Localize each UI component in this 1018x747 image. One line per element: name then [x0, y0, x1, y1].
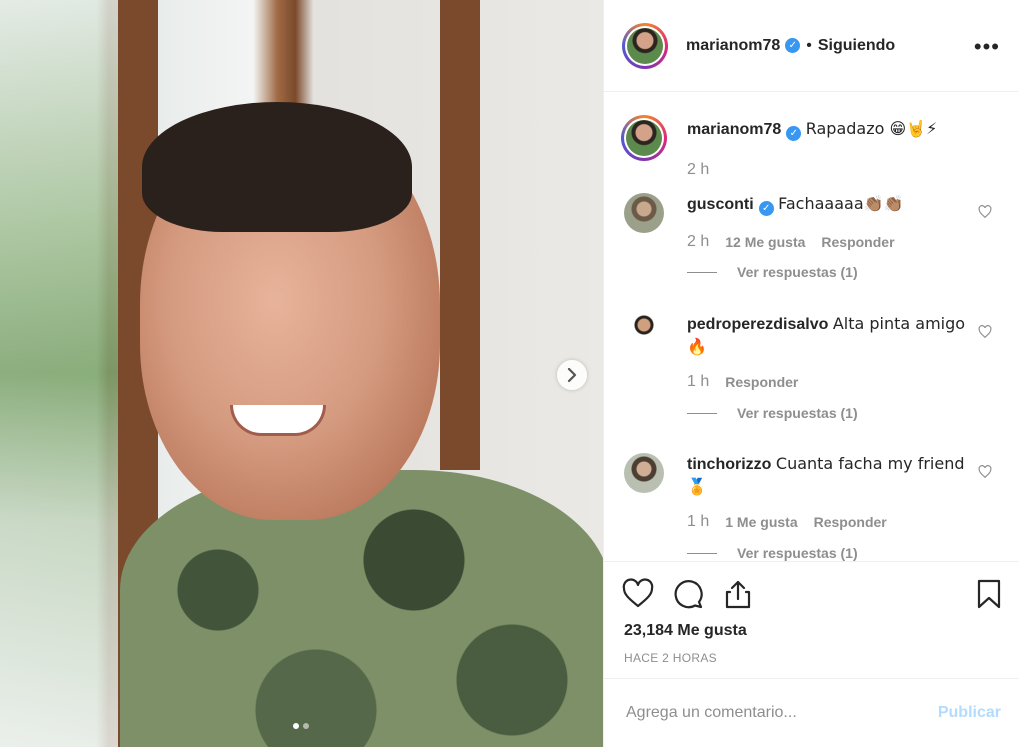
comment-time: 1 h: [687, 373, 710, 390]
author-username[interactable]: marianom78: [686, 37, 780, 55]
caption-time: 2 h: [687, 161, 710, 178]
commenter-avatar[interactable]: [624, 453, 664, 493]
view-replies-label: Ver respuestas (1): [737, 264, 858, 280]
comment-text: pedroperezdisalvo Alta pinta amigo 🔥: [687, 313, 972, 359]
replies-divider: [687, 552, 717, 554]
view-replies-button[interactable]: Ver respuestas (1): [687, 264, 858, 280]
like-comment-heart-icon[interactable]: [978, 325, 992, 339]
post-photo[interactable]: [0, 0, 603, 747]
following-button[interactable]: Siguiendo: [818, 37, 895, 55]
comment-likes-link[interactable]: 1 Me gusta: [725, 514, 797, 530]
post-actions: 23,184 Me gusta HACE 2 HORAS: [604, 561, 1018, 678]
photo-hair: [142, 102, 412, 232]
action-icons: [622, 578, 754, 610]
comment-icon[interactable]: [672, 578, 704, 610]
bookmark-icon: [977, 579, 1001, 609]
replies-divider: [687, 271, 717, 273]
share-icon[interactable]: [722, 578, 754, 610]
photo-shirt: [120, 470, 603, 747]
verified-badge-icon: ✓: [758, 201, 774, 216]
reply-button[interactable]: Responder: [821, 234, 894, 250]
like-comment-heart-icon[interactable]: [978, 205, 992, 219]
comment-likes-link[interactable]: 12 Me gusta: [725, 234, 805, 250]
caption-avatar[interactable]: [621, 115, 667, 161]
view-replies-label: Ver respuestas (1): [737, 405, 858, 421]
caption-username[interactable]: marianom78: [687, 121, 781, 138]
comment-username[interactable]: tinchorizzo: [687, 456, 771, 473]
publish-button[interactable]: Publicar: [938, 704, 1001, 722]
reply-button[interactable]: Responder: [814, 514, 887, 530]
caption-content: Rapadazo 😁🤘⚡: [805, 119, 938, 138]
more-options-icon[interactable]: •••: [974, 34, 1000, 60]
view-replies-button[interactable]: Ver respuestas (1): [687, 545, 858, 561]
post-sidebar: marianom78 ✓ • Siguiendo ••• marianom78 ✓…: [603, 0, 1018, 747]
carousel-dots: [293, 723, 309, 729]
next-slide-button[interactable]: [557, 360, 587, 390]
verified-badge-icon: ✓: [785, 38, 801, 53]
comment-item: pedroperezdisalvo Alta pinta amigo 🔥 1 h…: [624, 313, 1004, 433]
post-header: marianom78 ✓ • Siguiendo •••: [604, 0, 1018, 92]
caption-meta: 2 h: [687, 161, 709, 179]
comment-content: Fachaaaaa👏🏽👏🏽: [778, 194, 904, 213]
comment-time: 2 h: [687, 233, 710, 250]
view-replies-button[interactable]: Ver respuestas (1): [687, 405, 858, 421]
caption-text: marianom78 ✓ Rapadazo 😁🤘⚡: [687, 118, 972, 141]
likes-count[interactable]: 23,184 Me gusta: [624, 622, 747, 640]
header-separator: •: [806, 36, 812, 54]
save-button[interactable]: [973, 578, 1005, 615]
comment-time: 1 h: [687, 513, 710, 530]
photo-window-frame-right: [440, 0, 480, 470]
comment-input[interactable]: [624, 703, 938, 723]
post-modal: marianom78 ✓ • Siguiendo ••• marianom78 ✓…: [0, 0, 1018, 747]
carousel-dot-active: [293, 723, 299, 729]
comment-item: tinchorizzo Cuanta facha my friend 🏅 1 h…: [624, 453, 1004, 561]
comment-item: gusconti ✓ Fachaaaaa👏🏽👏🏽 2 h 12 Me gusta …: [624, 193, 1004, 288]
comment-meta: 1 h 1 Me gusta Responder: [687, 513, 887, 531]
view-replies-label: Ver respuestas (1): [737, 545, 858, 561]
commenter-avatar[interactable]: [624, 193, 664, 233]
comment-meta: 2 h 12 Me gusta Responder: [687, 233, 895, 251]
caption: marianom78 ✓ Rapadazo 😁🤘⚡ 2 h: [621, 115, 1004, 188]
like-comment-heart-icon[interactable]: [978, 465, 992, 479]
chevron-right-icon: [567, 368, 577, 382]
comment-text: gusconti ✓ Fachaaaaa👏🏽👏🏽: [687, 193, 972, 216]
photo-window-left: [0, 0, 120, 747]
comment-meta: 1 h Responder: [687, 373, 798, 391]
replies-divider: [687, 412, 717, 414]
commenter-avatar[interactable]: [624, 313, 664, 353]
heart-icon[interactable]: [622, 578, 654, 610]
reply-button[interactable]: Responder: [725, 374, 798, 390]
verified-badge-icon: ✓: [786, 126, 802, 141]
comment-username[interactable]: pedroperezdisalvo: [687, 316, 828, 333]
comments-list[interactable]: marianom78 ✓ Rapadazo 😁🤘⚡ 2 h gusconti ✓ F…: [604, 93, 1018, 561]
carousel-dot: [303, 723, 309, 729]
comment-composer: Publicar: [604, 678, 1018, 747]
comment-username[interactable]: gusconti: [687, 196, 754, 213]
posted-time: HACE 2 HORAS: [624, 651, 717, 665]
comment-text: tinchorizzo Cuanta facha my friend 🏅: [687, 453, 972, 499]
author-avatar[interactable]: [622, 22, 668, 69]
